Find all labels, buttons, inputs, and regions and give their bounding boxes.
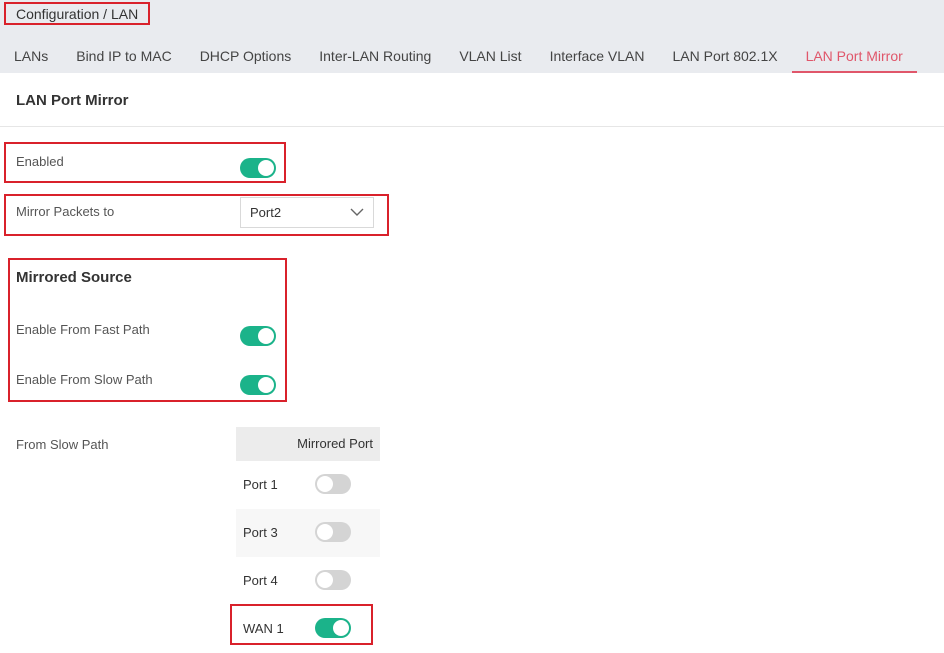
lan-port-mirror-panel: LAN Port Mirror Enabled Mirror Packets t… — [0, 73, 944, 651]
port-4-toggle[interactable] — [315, 570, 351, 590]
title-divider — [0, 126, 944, 127]
tab-dhcp-options[interactable]: DHCP Options — [186, 40, 306, 73]
slow-path-toggle[interactable] — [240, 375, 276, 395]
toggle-knob — [317, 524, 333, 540]
toggle-knob — [333, 620, 349, 636]
table-row: WAN 1 — [236, 605, 380, 653]
port-name: WAN 1 — [243, 621, 284, 636]
slow-path-label: Enable From Slow Path — [16, 372, 153, 387]
port-name: Port 4 — [243, 573, 278, 588]
mirrored-port-column-header: Mirrored Port — [236, 427, 380, 461]
tab-inter-lan-routing[interactable]: Inter-LAN Routing — [305, 40, 445, 73]
tab-bind-ip-to-mac[interactable]: Bind IP to MAC — [62, 40, 185, 73]
port-name: Port 3 — [243, 525, 278, 540]
toggle-knob — [258, 160, 274, 176]
mirror-packets-value: Port2 — [250, 205, 282, 220]
from-slow-path-label: From Slow Path — [16, 437, 109, 452]
fast-path-toggle[interactable] — [240, 326, 276, 346]
port-3-toggle[interactable] — [315, 522, 351, 542]
toggle-knob — [317, 476, 333, 492]
top-bar: Configuration / LAN LANs Bind IP to MAC … — [0, 0, 944, 73]
port-name: Port 1 — [243, 477, 278, 492]
toggle-knob — [317, 572, 333, 588]
mirrored-port-header-label: Mirrored Port — [297, 436, 373, 451]
table-row: Port 1 — [236, 461, 380, 509]
enabled-label: Enabled — [16, 154, 64, 169]
tab-interface-vlan[interactable]: Interface VLAN — [536, 40, 659, 73]
breadcrumb: Configuration / LAN — [4, 2, 151, 25]
toggle-knob — [258, 377, 274, 393]
enabled-toggle[interactable] — [240, 158, 276, 178]
mirrored-source-title: Mirrored Source — [16, 269, 132, 286]
tab-lans[interactable]: LANs — [0, 40, 62, 73]
wan-1-toggle[interactable] — [315, 618, 351, 638]
toggle-knob — [258, 328, 274, 344]
tab-vlan-list[interactable]: VLAN List — [445, 40, 535, 73]
mirror-packets-label: Mirror Packets to — [16, 204, 115, 219]
chevron-down-icon — [350, 208, 364, 216]
page-title: LAN Port Mirror — [16, 92, 129, 109]
tab-lan-port-8021x[interactable]: LAN Port 802.1X — [659, 40, 792, 73]
tab-lan-port-mirror[interactable]: LAN Port Mirror — [791, 40, 917, 73]
tab-bar: LANs Bind IP to MAC DHCP Options Inter-L… — [0, 40, 917, 73]
port-1-toggle[interactable] — [315, 474, 351, 494]
table-row: Port 3 — [236, 509, 380, 557]
mirror-packets-select[interactable]: Port2 — [240, 197, 374, 228]
table-row: Port 4 — [236, 557, 380, 605]
fast-path-label: Enable From Fast Path — [16, 322, 150, 337]
